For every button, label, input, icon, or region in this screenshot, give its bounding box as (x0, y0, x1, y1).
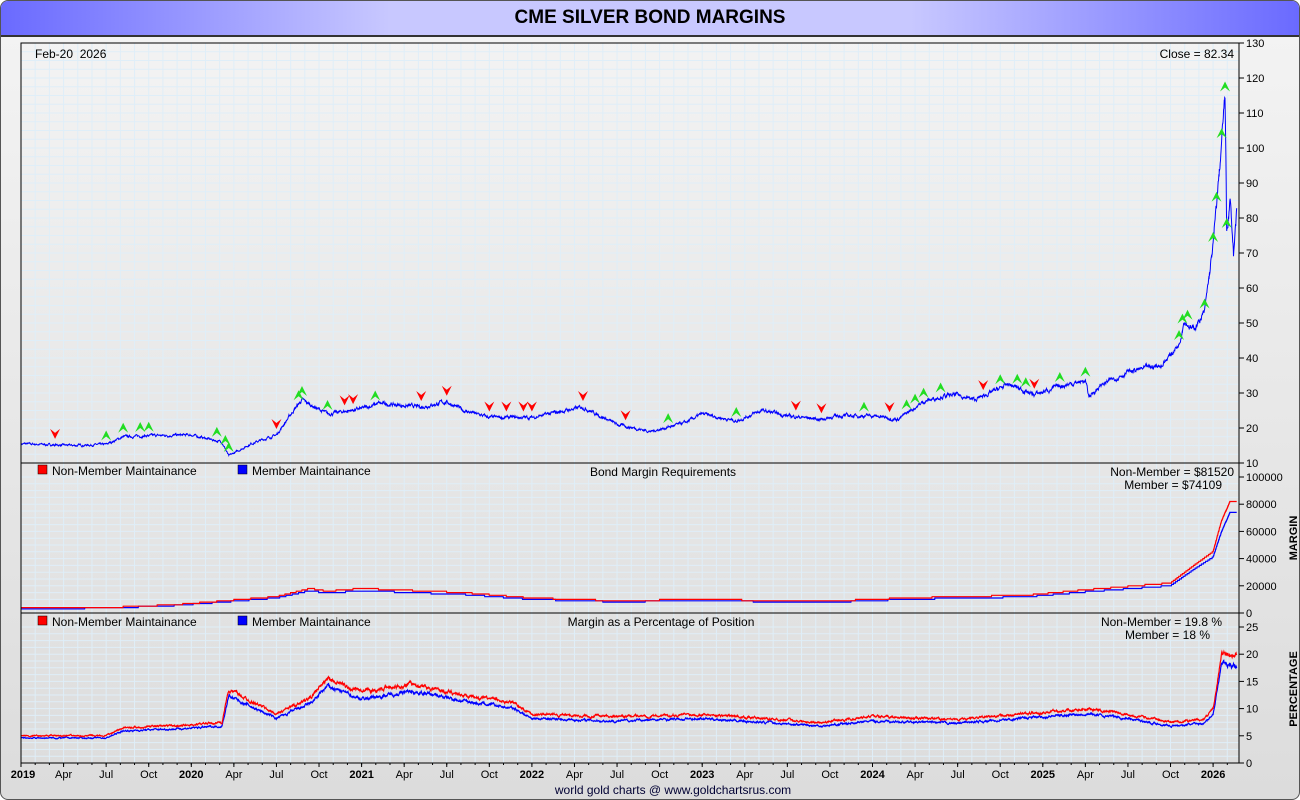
x-tick-label: Oct (310, 769, 327, 781)
readout-non-member: Non-Member = 19.8 % (1101, 615, 1222, 629)
x-tick-label: 2022 (520, 769, 544, 781)
x-tick-label: Apr (566, 769, 583, 781)
x-tick-label: Jul (780, 769, 794, 781)
x-tick-label: Jul (1121, 769, 1135, 781)
x-tick-label: 2023 (690, 769, 714, 781)
y-tick-label: 70 (1246, 248, 1258, 260)
margin-increase-arrow (663, 413, 674, 424)
x-tick-label: Apr (736, 769, 753, 781)
x-tick-label: Apr (396, 769, 413, 781)
x-tick-label: 2025 (1031, 769, 1055, 781)
y-tick-label: 20 (1246, 649, 1258, 661)
x-tick-label: Apr (1077, 769, 1094, 781)
x-tick-label: Apr (907, 769, 924, 781)
chart-frame: CME SILVER BOND MARGINS 2019 Apr Jul Oct 202… (0, 0, 1300, 800)
margin-increase-arrow (731, 407, 742, 417)
margin-increase-arrow (223, 442, 234, 452)
y-tick-label: 80000 (1246, 499, 1277, 511)
x-tick-label: Oct (140, 769, 157, 781)
margin-decrease-arrow (978, 380, 989, 391)
y-tick-label: 40000 (1246, 554, 1277, 566)
margin-decrease-arrow (50, 428, 61, 439)
y-tick-label: 60000 (1246, 526, 1277, 538)
x-tick-label: Oct (481, 769, 498, 781)
y-tick-label: 60 (1246, 283, 1258, 295)
margin-increase-arrow (1020, 377, 1031, 388)
grid: 2019 Apr Jul Oct 2020 Apr Jul Oct 2021 Apr Jul Oct 2… (11, 38, 1283, 781)
y-tick-label: 130 (1246, 38, 1264, 50)
x-tick-label: 2026 (1201, 769, 1225, 781)
x-tick-label: 2020 (179, 769, 203, 781)
x-tick-label: Oct (992, 769, 1009, 781)
y-tick-label: 110 (1246, 108, 1264, 120)
y-tick-label: 20000 (1246, 581, 1277, 593)
margin-increase-arrow (1054, 372, 1065, 382)
readout-member: Member = 18 % (1125, 628, 1210, 642)
x-tick-label: Jul (610, 769, 624, 781)
y-tick-label: 50 (1246, 318, 1258, 330)
y-tick-label: 15 (1246, 676, 1258, 688)
margin-decrease-arrow (339, 395, 350, 406)
x-tick-label: Jul (440, 769, 454, 781)
x-tick-label: Apr (55, 769, 72, 781)
percentage-member-line (20, 658, 1238, 740)
margin-decrease-arrow (816, 403, 827, 414)
legend-non-member: Non-Member Maintainance (52, 615, 197, 629)
margin-increase-arrow (135, 422, 146, 433)
y-tick-label: 80 (1246, 213, 1258, 225)
close-label: Close = 82.34 (1160, 47, 1235, 61)
readout-non-member: Non-Member = $81520 (1110, 465, 1234, 479)
y-tick-label: 100000 (1246, 472, 1283, 484)
panel-title-percentage: Margin as a Percentage of Position (568, 615, 755, 629)
y-tick-label: 10 (1246, 458, 1258, 470)
y-label-margin: MARGIN (1288, 516, 1300, 561)
y-tick-label: 0 (1246, 608, 1252, 620)
x-tick-label: Apr (225, 769, 242, 781)
percentage-non-member-line (20, 649, 1238, 738)
x-tick-label: Jul (951, 769, 965, 781)
margin-member-line (21, 511, 1237, 610)
x-tick-label: Oct (1162, 769, 1179, 781)
y-tick-label: 100 (1246, 143, 1264, 155)
x-tick-label: 2019 (11, 769, 35, 781)
y-tick-label: 40 (1246, 353, 1258, 365)
date-label: Feb-20 2026 (35, 47, 107, 61)
legend-member: Member Maintainance (252, 615, 371, 629)
legend-swatch-member (237, 464, 248, 475)
plot-border (20, 42, 1240, 764)
y-tick-label: 25 (1246, 622, 1258, 634)
x-tick-label: 2024 (860, 769, 885, 781)
legend-swatch-non-member (37, 615, 48, 626)
legend-swatch-non-member (37, 464, 48, 475)
x-tick-label: Oct (821, 769, 838, 781)
y-tick-label: 10 (1246, 704, 1258, 716)
y-tick-label: 0 (1246, 758, 1252, 770)
y-tick-label: 30 (1246, 388, 1258, 400)
margin-increase-arrow (370, 390, 381, 401)
footer-credit: world gold charts @ www.goldchartsrus.co… (554, 783, 791, 797)
legend-swatch-member (237, 615, 248, 626)
margin-decrease-arrow (348, 394, 359, 405)
x-tick-label: Jul (99, 769, 113, 781)
x-tick-label: 2021 (349, 769, 373, 781)
y-label-percentage: PERCENTAGE (1288, 651, 1300, 727)
legend-non-member: Non-Member Maintainance (52, 464, 197, 478)
y-tick-label: 20 (1246, 423, 1258, 435)
x-tick-label: Oct (651, 769, 668, 781)
chart-svg: 2019 Apr Jul Oct 2020 Apr Jul Oct 2021 Apr Jul Oct 2… (11, 38, 1300, 797)
y-tick-label: 120 (1246, 73, 1264, 85)
x-tick-label: Jul (269, 769, 283, 781)
legend-member: Member Maintainance (252, 464, 371, 478)
margin-increase-arrow (901, 399, 912, 410)
readout-member: Member = $74109 (1124, 478, 1222, 492)
y-tick-label: 5 (1246, 731, 1252, 743)
y-tick-label: 90 (1246, 178, 1258, 190)
panel-title-margin: Bond Margin Requirements (590, 465, 736, 479)
